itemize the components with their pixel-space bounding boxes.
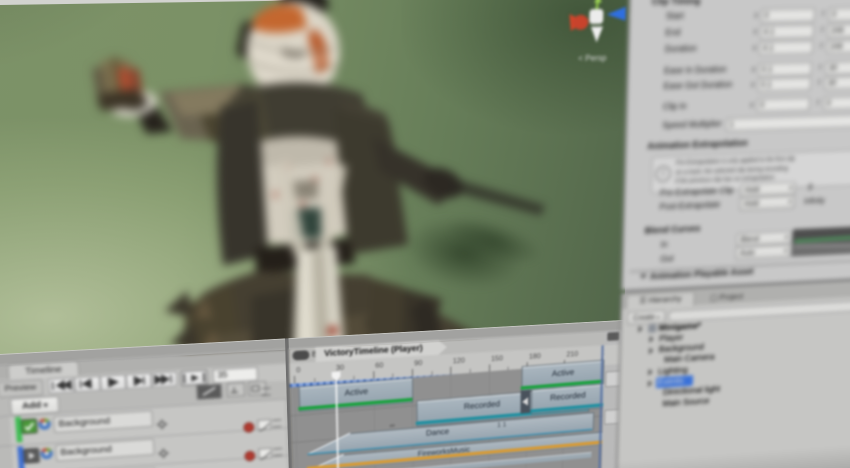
svg-text:< Persp: < Persp <box>578 53 607 64</box>
